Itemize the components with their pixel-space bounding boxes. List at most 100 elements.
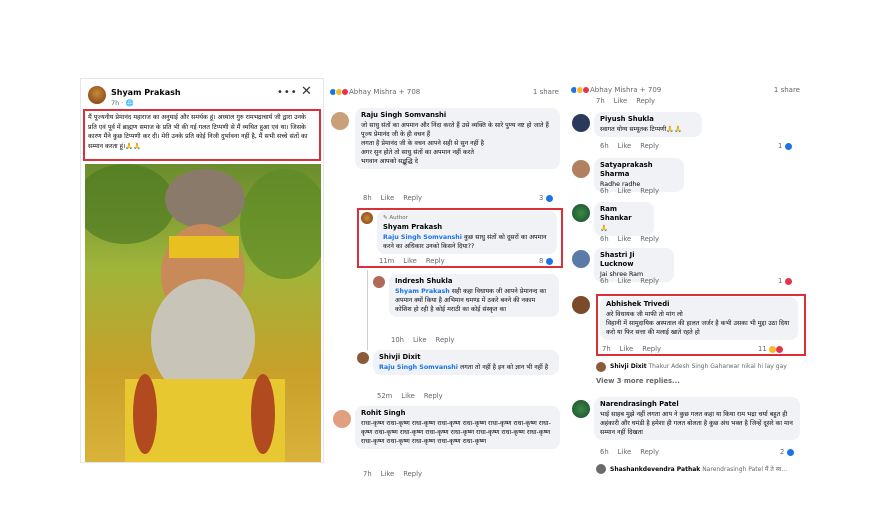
comment-time: 11m — [379, 257, 395, 265]
comment-bubble: Abhishek Trivedi अरे विधायक जी माफी तो म… — [600, 297, 798, 340]
avatar[interactable] — [572, 114, 590, 132]
post-panel: Shyam Prakash 7h · 🌐 ••• ✕ मैं पूज्यनीय … — [80, 78, 324, 463]
comment-bubble: Narendrasingh Patel भाई साहब मुझे नहीं ल… — [594, 397, 800, 440]
like-button[interactable]: Like — [614, 97, 628, 105]
avatar[interactable] — [572, 160, 590, 178]
avatar[interactable] — [596, 464, 606, 474]
like-button[interactable]: Like — [401, 392, 415, 400]
reply-button[interactable]: Reply — [640, 142, 659, 150]
avatar[interactable] — [88, 86, 106, 104]
avatar[interactable] — [333, 410, 351, 428]
reply-button[interactable]: Reply — [640, 187, 659, 195]
comment-actions: 6h Like Reply — [600, 142, 668, 150]
like-button[interactable]: Like — [413, 336, 427, 344]
reply-button[interactable]: Reply — [403, 194, 422, 202]
reactors-count[interactable]: Abhay Mishra + 709 — [590, 86, 661, 94]
commenter-name[interactable]: Ram Shankar — [600, 205, 648, 223]
commenter-name[interactable]: Shivji Dixit — [379, 353, 553, 362]
comment-actions: 10h Like Reply — [391, 336, 463, 344]
comment-time: 7h — [596, 97, 605, 105]
comment-bubble: ✎ Author Shyam Prakash Raju Singh Somvan… — [377, 211, 557, 254]
comment-actions: 6h Like Reply — [600, 235, 668, 243]
reply-preview[interactable]: Shashankdevendra Pathak Narendrasingh Pa… — [610, 465, 787, 473]
view-more-replies-link[interactable]: View 3 more replies... — [596, 377, 680, 385]
comment-time: 6h — [600, 187, 609, 195]
commenter-name[interactable]: Rohit Singh — [361, 409, 554, 418]
comment-text: 🙏 — [600, 225, 608, 232]
share-count[interactable]: 1 share — [533, 88, 559, 96]
avatar[interactable] — [373, 276, 385, 288]
close-icon[interactable]: ✕ — [301, 84, 312, 99]
commenter-name[interactable]: Piyush Shukla — [600, 115, 696, 124]
reply-button[interactable]: Reply — [403, 470, 422, 478]
reactors-count[interactable]: Abhay Mishra + 708 — [349, 88, 420, 96]
post-author[interactable]: Shyam Prakash — [111, 88, 181, 97]
comment-time: 6h — [600, 235, 609, 243]
avatar[interactable] — [572, 250, 590, 268]
comment-text: राधा-कृष्ण राधा-कृष्ण राधा-कृष्ण राधा-कृ… — [361, 420, 551, 445]
comment-actions: 6h Like Reply — [600, 448, 668, 456]
reply-button[interactable]: Reply — [640, 235, 659, 243]
comment-bubble: Indresh Shukla Shyam Prakash सही कहा विध… — [389, 274, 559, 317]
share-count[interactable]: 1 share — [774, 86, 800, 94]
avatar[interactable] — [361, 212, 373, 224]
comment-bubble: Rohit Singh राधा-कृष्ण राधा-कृष्ण राधा-क… — [355, 406, 560, 449]
post-photo[interactable] — [85, 164, 321, 462]
mention-link[interactable]: Raju Singh Somvanshi — [379, 364, 458, 371]
commenter-name[interactable]: Narendrasingh Patel — [600, 400, 794, 409]
commenter-name[interactable]: Shyam Prakash — [383, 223, 551, 232]
like-button[interactable]: Like — [618, 235, 632, 243]
comment-time: 8h — [363, 194, 372, 202]
comment-actions: 7h Like Reply — [602, 345, 670, 353]
reaction-icons — [329, 88, 349, 96]
commenter-name[interactable]: Indresh Shukla — [395, 277, 553, 286]
like-button[interactable]: Like — [403, 257, 417, 265]
reply-button[interactable]: Reply — [436, 336, 455, 344]
avatar[interactable] — [572, 204, 590, 222]
avatar[interactable] — [357, 352, 369, 364]
commenter-name[interactable]: Abhishek Trivedi — [606, 300, 792, 309]
three-dots-icon[interactable]: ••• — [277, 87, 298, 98]
like-button[interactable]: Like — [618, 142, 632, 150]
love-reaction-icon — [582, 86, 590, 94]
post-text: मैं पूज्यनीय प्रेमानंद महाराज का अनुयाई … — [83, 109, 321, 161]
love-icon — [775, 345, 783, 353]
like-button[interactable]: Like — [618, 187, 632, 195]
post-header: Shyam Prakash 7h · 🌐 ••• ✕ — [85, 83, 321, 109]
mention-link[interactable]: Shyam Prakash — [395, 288, 450, 295]
avatar[interactable] — [596, 362, 606, 372]
comment-time: 10h — [391, 336, 404, 344]
like-button[interactable]: Like — [618, 448, 632, 456]
thread-line — [367, 270, 368, 350]
like-button[interactable]: Like — [620, 345, 634, 353]
comment-time: 7h — [363, 470, 372, 478]
like-count: 2 — [780, 448, 794, 456]
avatar[interactable] — [331, 112, 349, 130]
reply-button[interactable]: Reply — [426, 257, 445, 265]
reply-button[interactable]: Reply — [640, 448, 659, 456]
reply-button[interactable]: Reply — [636, 97, 655, 105]
commenter-name[interactable]: Satyaprakash Sharma — [600, 161, 678, 179]
haha-icon — [768, 345, 776, 353]
commenter-name[interactable]: Raju Singh Somvanshi — [361, 111, 554, 120]
comment-text: स्वागत योग्य सम्यूतक टिप्पणी🙏🙏 — [600, 126, 682, 133]
like-button[interactable]: Like — [381, 194, 395, 202]
sadhu-image — [85, 164, 321, 462]
reply-button[interactable]: Reply — [640, 277, 659, 285]
avatar[interactable] — [572, 400, 590, 418]
reply-preview[interactable]: Shivji Dixit Thakur Adesh Singh Gaharwar… — [610, 363, 787, 370]
love-icon — [784, 277, 792, 285]
avatar[interactable] — [572, 296, 590, 314]
like-count: 3 — [539, 194, 553, 202]
comment-bubble: Shivji Dixit Raju Singh Somvanshi लगता त… — [373, 350, 559, 375]
like-button[interactable]: Like — [381, 470, 395, 478]
like-icon — [784, 142, 792, 150]
like-count: 8 — [539, 257, 553, 265]
like-button[interactable]: Like — [618, 277, 632, 285]
post-time: 7h · 🌐 — [111, 99, 134, 107]
reply-button[interactable]: Reply — [642, 345, 661, 353]
like-icon — [786, 448, 794, 456]
commenter-name[interactable]: Shastri Ji Lucknow — [600, 251, 668, 269]
mention-link[interactable]: Raju Singh Somvanshi — [383, 234, 462, 241]
reply-button[interactable]: Reply — [424, 392, 443, 400]
